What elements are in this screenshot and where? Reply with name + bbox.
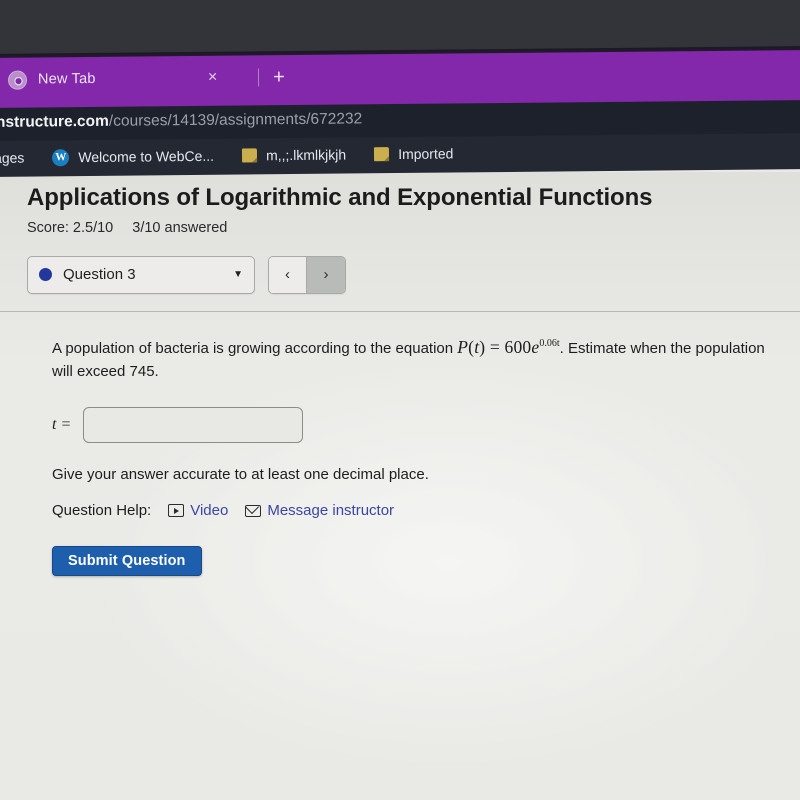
chevron-down-icon: ▼	[233, 269, 243, 281]
question-help-label: Question Help:	[52, 502, 152, 520]
equation-variable: t	[474, 336, 480, 357]
question-text-before: A population of bacteria is growing acco…	[52, 339, 454, 357]
bookmark-item-messages[interactable]: ages	[0, 149, 38, 166]
url-text[interactable]: nstructure.com/courses/14139/assignments…	[0, 110, 362, 132]
close-icon[interactable]: ×	[202, 69, 222, 86]
video-help-link[interactable]: Video	[168, 502, 228, 519]
equation-expression: P(t) = 600e0.06t	[457, 336, 560, 357]
answered-text: 3/10 answered	[132, 219, 228, 236]
video-link-label: Video	[190, 502, 229, 520]
answer-row: t =	[52, 407, 800, 444]
equation-coefficient: 600	[504, 336, 532, 357]
question-help-row: Question Help: Video Message instructor	[52, 502, 800, 519]
message-link-label: Message instructor	[267, 502, 395, 520]
browser-tab-title: New Tab	[37, 70, 96, 88]
message-instructor-link[interactable]: Message instructor	[245, 502, 394, 519]
tab-separator	[257, 68, 260, 87]
chrome-icon	[7, 70, 28, 90]
url-host: nstructure.com	[0, 112, 109, 131]
webce-icon: W	[52, 148, 70, 166]
answer-hint: Give your answer accurate to at least on…	[52, 466, 429, 484]
equation-exponent: 0.06t	[539, 337, 560, 349]
question-nav-buttons: ‹ ›	[268, 255, 346, 294]
bookmark-label: m,,;.lkmlkjkjh	[265, 146, 347, 164]
question-prompt: A population of bacteria is growing acco…	[52, 334, 782, 384]
page-title: Applications of Logarithmic and Exponent…	[27, 184, 653, 211]
folder-icon	[374, 147, 390, 162]
previous-question-button[interactable]: ‹	[269, 256, 307, 293]
new-tab-button[interactable]: +	[273, 66, 285, 88]
question-body: A population of bacteria is growing acco…	[0, 312, 800, 577]
url-path: /courses/14139/assignments/672232	[108, 110, 363, 130]
status-dot-icon	[39, 268, 52, 282]
score-row: Score: 2.5/10 3/10 answered	[27, 220, 800, 236]
page-content: Applications of Logarithmic and Exponent…	[0, 172, 800, 800]
answer-label: t =	[52, 416, 72, 434]
submit-question-button[interactable]: Submit Question	[52, 546, 202, 577]
play-video-icon	[168, 504, 185, 518]
bookmark-folder-1[interactable]: m,,;.lkmlkjkjh	[228, 146, 360, 163]
question-selector-dropdown[interactable]: Question 3 ▼	[27, 255, 255, 294]
bookmark-folder-imported[interactable]: Imported	[360, 145, 467, 162]
score-text: Score: 2.5/10	[27, 219, 114, 236]
equation-equals: =	[489, 336, 500, 357]
equation-function: P	[457, 336, 469, 357]
next-question-button[interactable]: ›	[307, 256, 345, 293]
answer-input[interactable]	[83, 407, 304, 444]
envelope-icon	[245, 504, 262, 518]
bookmark-label: Imported	[398, 145, 454, 163]
question-selector-label: Question 3	[63, 266, 136, 284]
bookmark-item-webce[interactable]: W Welcome to WebCe...	[38, 147, 228, 166]
monitor-bezel	[0, 0, 800, 55]
screenshot-root: New Tab × + nstructure.com/courses/14139…	[0, 0, 800, 800]
bookmark-label: Welcome to WebCe...	[78, 147, 215, 166]
folder-icon	[241, 148, 258, 163]
bookmark-label: ages	[0, 149, 25, 166]
question-nav-row: Question 3 ▼ ‹ ›	[27, 255, 800, 294]
browser-tab[interactable]: New Tab ×	[0, 57, 250, 99]
